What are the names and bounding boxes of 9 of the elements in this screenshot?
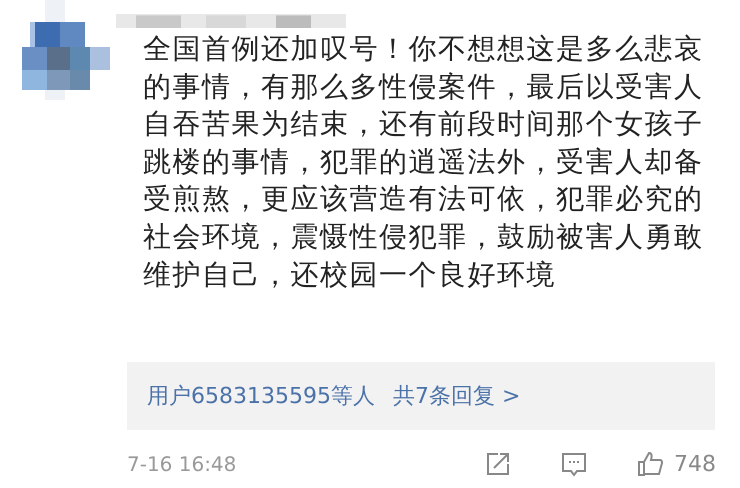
comment-icon[interactable] bbox=[560, 450, 588, 478]
like-count: 748 bbox=[674, 452, 716, 476]
reply-count-link[interactable]: 共7条回复 > bbox=[392, 381, 520, 411]
comment-text: 全国首例还加叹号！你不想想这是多么悲哀的事情，有那么多性侵案件，最后以受害人自吞苦果为结束，还有前段时间那个女孩子跳楼的事情，犯罪的逍遥法外，受害人却备受煎熬，更应该营造有法可依，犯罪必究的社会环境，震慑性侵犯罪，鼓励被害人勇敢维护自己，还校园一个良好环境 bbox=[143, 31, 704, 293]
comment-time: 7-16 16:48 bbox=[127, 452, 238, 476]
thumbs-up-icon[interactable] bbox=[636, 450, 664, 478]
reply-users[interactable]: 用户6583135595等人 bbox=[147, 381, 375, 411]
replies-panel[interactable]: 用户6583135595等人 共7条回复 > bbox=[127, 362, 715, 430]
share-icon[interactable] bbox=[484, 450, 512, 478]
